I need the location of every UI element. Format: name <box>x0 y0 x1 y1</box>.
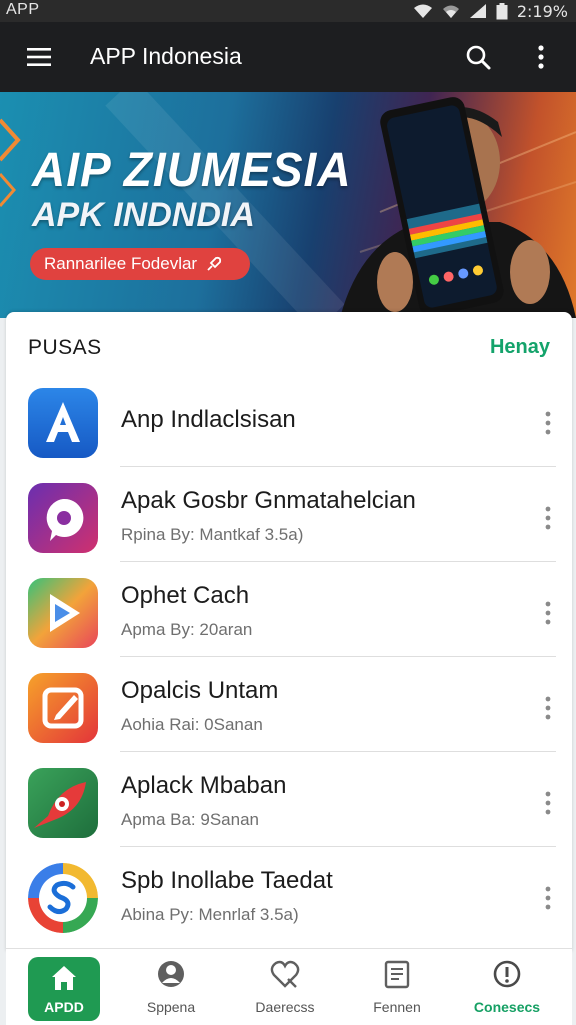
app-name: Aplack Mbaban <box>121 772 287 799</box>
item-more-icon[interactable] <box>542 410 554 436</box>
nav-documents-label: Fennen <box>373 999 421 1015</box>
signal-icon <box>469 4 486 18</box>
app-list-item[interactable]: Apak Gosbr Gnmatahelcian Rpina By: Mantk… <box>6 467 572 562</box>
nav-info[interactable]: Conesecs <box>452 949 562 1025</box>
item-more-icon[interactable] <box>542 695 554 721</box>
more-options-icon[interactable] <box>530 43 552 71</box>
app-name: Opalcis Untam <box>121 677 279 704</box>
nav-home-label: APDD <box>44 999 84 1015</box>
menu-icon[interactable] <box>26 45 52 69</box>
nav-home[interactable]: APDD <box>6 949 116 1025</box>
home-icon <box>52 966 76 990</box>
app-list-item[interactable]: Opalcis Untam Aohia Rai: 0Sanan <box>6 657 572 752</box>
app-list-item[interactable]: Ophet Cach Apma By: 20aran <box>6 562 572 657</box>
document-icon <box>384 960 410 989</box>
app-meta: Abina Py: Menrlaf 3.5a) <box>121 905 299 924</box>
wifi-alt-icon <box>442 5 459 18</box>
app-meta: Rpina By: Mantkaf 3.5a) <box>121 525 304 544</box>
app-meta: Aohia Rai: 0Sanan <box>121 715 263 734</box>
search-icon[interactable] <box>464 43 492 71</box>
app-meta: Apma Ba: 9Sanan <box>121 810 259 829</box>
item-more-icon[interactable] <box>542 505 554 531</box>
nav-documents[interactable]: Fennen <box>342 949 452 1025</box>
play-store-icon <box>28 578 98 648</box>
heart-tag-icon <box>270 960 300 988</box>
section-title: PUSAS <box>28 336 102 359</box>
app-title: APP Indonesia <box>90 43 242 69</box>
status-icons: 2:19% <box>413 0 568 22</box>
profile-icon <box>158 961 184 987</box>
app-list-item[interactable]: Spb Inollabe Taedat Abina Py: Menrlaf 3.… <box>6 847 572 942</box>
promo-banner[interactable]: AIP ZIUMESIA APK INDNDIA Rannarilee Fode… <box>0 92 576 318</box>
bottom-navigation: APDD Sppena Daerecss Fennen Conesecs <box>6 948 572 1025</box>
app-bar: APP Indonesia <box>0 22 576 92</box>
app-list-panel: PUSAS Henay Anp Indlaclsisan Apak Gosbr <box>6 312 572 952</box>
section-more-link[interactable]: Henay <box>490 336 550 359</box>
app-meta: Apma By: 20aran <box>121 620 253 639</box>
wifi-icon <box>413 4 432 18</box>
banner-headline: AIP ZIUMESIA <box>32 141 352 197</box>
app-list-item[interactable]: Aplack Mbaban Apma Ba: 9Sanan <box>6 752 572 847</box>
app-s-icon <box>28 863 98 933</box>
status-bar: APP 2:19% <box>0 0 576 22</box>
item-more-icon[interactable] <box>542 885 554 911</box>
item-more-icon[interactable] <box>542 790 554 816</box>
nav-favorites[interactable]: Daerecss <box>230 949 340 1025</box>
banner-subheadline: APK INDNDIA <box>32 196 255 234</box>
banner-cta-button[interactable]: Rannarilee Fodevlar <box>30 248 250 280</box>
app-name: Spb Inollabe Taedat <box>121 867 333 894</box>
app-name: Apak Gosbr Gnmatahelcian <box>121 487 416 514</box>
nav-profile-label: Sppena <box>146 999 196 1015</box>
banner-cta-label: Rannarilee Fodevlar <box>44 254 198 273</box>
info-icon <box>493 960 521 988</box>
nav-profile[interactable]: Sppena <box>116 949 226 1025</box>
status-time: 2:19% <box>516 1 568 21</box>
app-edit-icon <box>28 673 98 743</box>
app-fish-icon <box>28 768 98 838</box>
app-name: Anp Indlaclsisan <box>121 406 296 433</box>
app-chat-icon <box>28 483 98 553</box>
nav-info-label: Conesecs <box>473 999 541 1015</box>
app-a-icon <box>28 388 98 458</box>
status-carrier: APP <box>6 1 40 18</box>
rocket-icon <box>207 256 222 271</box>
app-name: Ophet Cach <box>121 582 250 609</box>
battery-icon <box>496 2 508 19</box>
item-more-icon[interactable] <box>542 600 554 626</box>
person-with-phone-illustration <box>340 97 576 318</box>
app-list-item[interactable]: Anp Indlaclsisan <box>6 372 572 467</box>
nav-favorites-label: Daerecss <box>255 999 315 1015</box>
